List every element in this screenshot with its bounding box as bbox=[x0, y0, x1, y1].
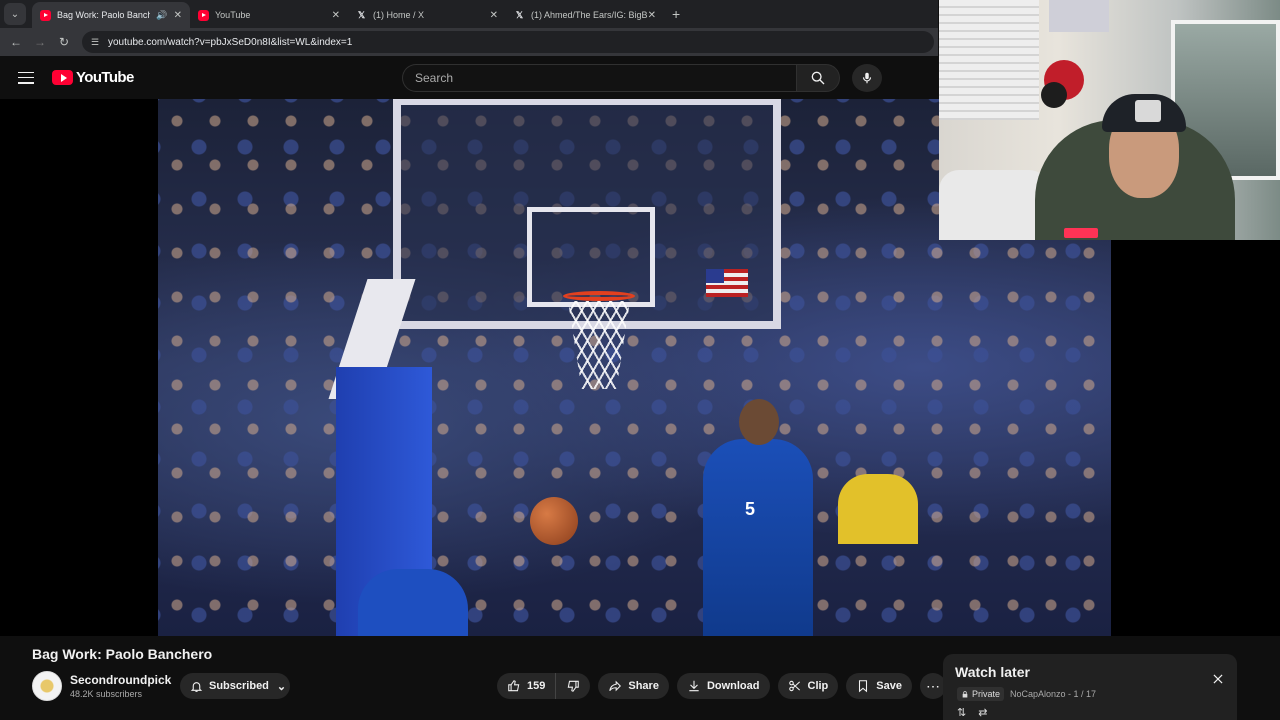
speaker-icon[interactable]: 🔊 bbox=[156, 10, 167, 21]
dislike-button[interactable] bbox=[556, 673, 590, 699]
american-flag-icon bbox=[706, 269, 748, 297]
search-bar: Search bbox=[402, 64, 840, 92]
bookmark-icon bbox=[859, 680, 868, 693]
search-icon bbox=[811, 71, 825, 85]
action-bar: 159 Share Download Clip Save ⋯ bbox=[497, 673, 946, 699]
microphone-icon bbox=[862, 72, 872, 84]
search-input[interactable]: Search bbox=[402, 64, 796, 92]
watch-later-panel: Watch later Private NoCapAlonzo - 1 / 17… bbox=[943, 654, 1237, 720]
save-label: Save bbox=[876, 680, 902, 692]
more-horizontal-icon: ⋯ bbox=[925, 677, 940, 694]
forward-arrow-icon[interactable]: → bbox=[28, 30, 52, 54]
site-info-icon[interactable]: ☰ bbox=[88, 35, 102, 49]
wall-poster bbox=[1049, 0, 1109, 32]
tab-search-chevron-icon[interactable]: ⌄ bbox=[4, 3, 26, 25]
share-arrow-icon bbox=[609, 680, 622, 692]
search-button[interactable] bbox=[796, 64, 840, 92]
youtube-header: YouTube Search bbox=[0, 56, 938, 99]
playlist-owner-position: NoCapAlonzo - 1 / 17 bbox=[1010, 689, 1097, 699]
subscribe-label: Subscribed bbox=[209, 680, 269, 692]
download-label: Download bbox=[706, 680, 760, 692]
share-label: Share bbox=[628, 680, 659, 692]
address-bar-row: ← → ↻ ☰ youtube.com/watch?v=pbJxSeD0n8I&… bbox=[0, 28, 938, 56]
logo-text: YouTube bbox=[76, 69, 134, 86]
browser-tab-strip: ⌄ Bag Work: Paolo Banchero 🔊 ✕ YouTube ✕… bbox=[0, 0, 938, 28]
like-button[interactable]: 159 bbox=[497, 673, 557, 699]
lock-icon bbox=[962, 690, 968, 697]
red-ribbon bbox=[1064, 228, 1098, 238]
hamburger-menu-icon[interactable] bbox=[18, 71, 34, 84]
back-arrow-icon[interactable]: ← bbox=[4, 30, 28, 54]
player-defender bbox=[358, 569, 468, 636]
shuffle-icon[interactable]: ⇄ bbox=[978, 706, 987, 719]
couch bbox=[939, 170, 1049, 240]
tab-title: YouTube bbox=[215, 10, 251, 20]
subscriber-count: 48.2K subscribers bbox=[70, 689, 143, 699]
url-field[interactable]: ☰ youtube.com/watch?v=pbJxSeD0n8I&list=W… bbox=[82, 31, 934, 53]
close-icon bbox=[1213, 674, 1223, 684]
screen: ⌄ Bag Work: Paolo Banchero 🔊 ✕ YouTube ✕… bbox=[0, 0, 1280, 720]
loop-icon[interactable]: ⇅ bbox=[957, 706, 966, 719]
fan-yellow-shirt bbox=[838, 474, 918, 544]
cap-logo bbox=[1135, 100, 1161, 122]
x-icon: 𝕏 bbox=[357, 9, 366, 20]
close-icon[interactable]: ✕ bbox=[648, 10, 656, 21]
scissors-icon bbox=[788, 680, 800, 692]
playlist-meta: Private NoCapAlonzo - 1 / 17 bbox=[957, 687, 1096, 701]
youtube-play-icon bbox=[52, 70, 73, 85]
x-icon: 𝕏 bbox=[515, 9, 524, 20]
youtube-icon bbox=[40, 9, 51, 21]
new-tab-plus-icon[interactable]: + bbox=[672, 6, 680, 22]
clip-label: Clip bbox=[807, 680, 829, 692]
tab-title: Bag Work: Paolo Banchero bbox=[57, 10, 151, 20]
tab-bag-work[interactable]: Bag Work: Paolo Banchero 🔊 ✕ bbox=[32, 2, 190, 28]
window-blinds bbox=[939, 0, 1039, 120]
tab-youtube[interactable]: YouTube ✕ bbox=[190, 2, 348, 28]
thumbs-down-icon bbox=[568, 680, 580, 692]
tab-title: (1) Home / X bbox=[373, 10, 425, 20]
youtube-logo[interactable]: YouTube bbox=[52, 69, 134, 86]
subscribed-button[interactable]: Subscribed ⌄ bbox=[180, 673, 290, 699]
download-icon bbox=[689, 680, 699, 692]
share-button[interactable]: Share bbox=[598, 673, 669, 699]
basketball bbox=[530, 497, 578, 545]
save-button[interactable]: Save bbox=[846, 673, 912, 699]
close-icon[interactable]: ✕ bbox=[490, 10, 498, 21]
thumbs-up-icon bbox=[508, 680, 520, 692]
like-count: 159 bbox=[527, 680, 546, 692]
basketball-rim bbox=[563, 291, 635, 301]
playlist-title[interactable]: Watch later bbox=[955, 664, 1030, 680]
tab-x-home[interactable]: 𝕏 (1) Home / X ✕ bbox=[348, 2, 506, 28]
url-text: youtube.com/watch?v=pbJxSeD0n8I&list=WL&… bbox=[108, 36, 353, 48]
reload-icon[interactable]: ↻ bbox=[52, 30, 76, 54]
tab-x-profile[interactable]: 𝕏 (1) Ahmed/The Ears/IG: BigBiz1 ✕ bbox=[506, 2, 664, 28]
close-icon[interactable]: ✕ bbox=[174, 10, 182, 21]
clip-button[interactable]: Clip bbox=[777, 673, 839, 699]
like-dislike-group: 159 bbox=[497, 673, 591, 699]
tab-title: (1) Ahmed/The Ears/IG: BigBiz1 bbox=[531, 10, 648, 20]
close-playlist-button[interactable] bbox=[1211, 672, 1225, 691]
channel-name[interactable]: Secondroundpick bbox=[70, 673, 171, 687]
privacy-label: Private bbox=[972, 689, 1001, 699]
download-button[interactable]: Download bbox=[676, 673, 770, 699]
privacy-badge: Private bbox=[957, 687, 1005, 701]
chevron-down-icon: ⌄ bbox=[276, 680, 287, 693]
channel-info[interactable]: Secondroundpick 48.2K subscribers bbox=[32, 671, 171, 701]
player-head bbox=[739, 399, 779, 445]
webcam-overlay bbox=[939, 0, 1280, 240]
jersey-number: 5 bbox=[745, 499, 756, 519]
voice-search-button[interactable] bbox=[852, 64, 882, 92]
black-hat bbox=[1041, 82, 1067, 108]
channel-avatar[interactable] bbox=[32, 671, 62, 701]
bell-icon bbox=[190, 681, 203, 692]
video-title: Bag Work: Paolo Banchero bbox=[32, 646, 213, 662]
youtube-icon bbox=[198, 9, 209, 21]
playlist-controls: ⇅ ⇄ bbox=[957, 706, 987, 719]
player-dunking: 5 bbox=[703, 399, 813, 636]
close-icon[interactable]: ✕ bbox=[332, 10, 340, 21]
